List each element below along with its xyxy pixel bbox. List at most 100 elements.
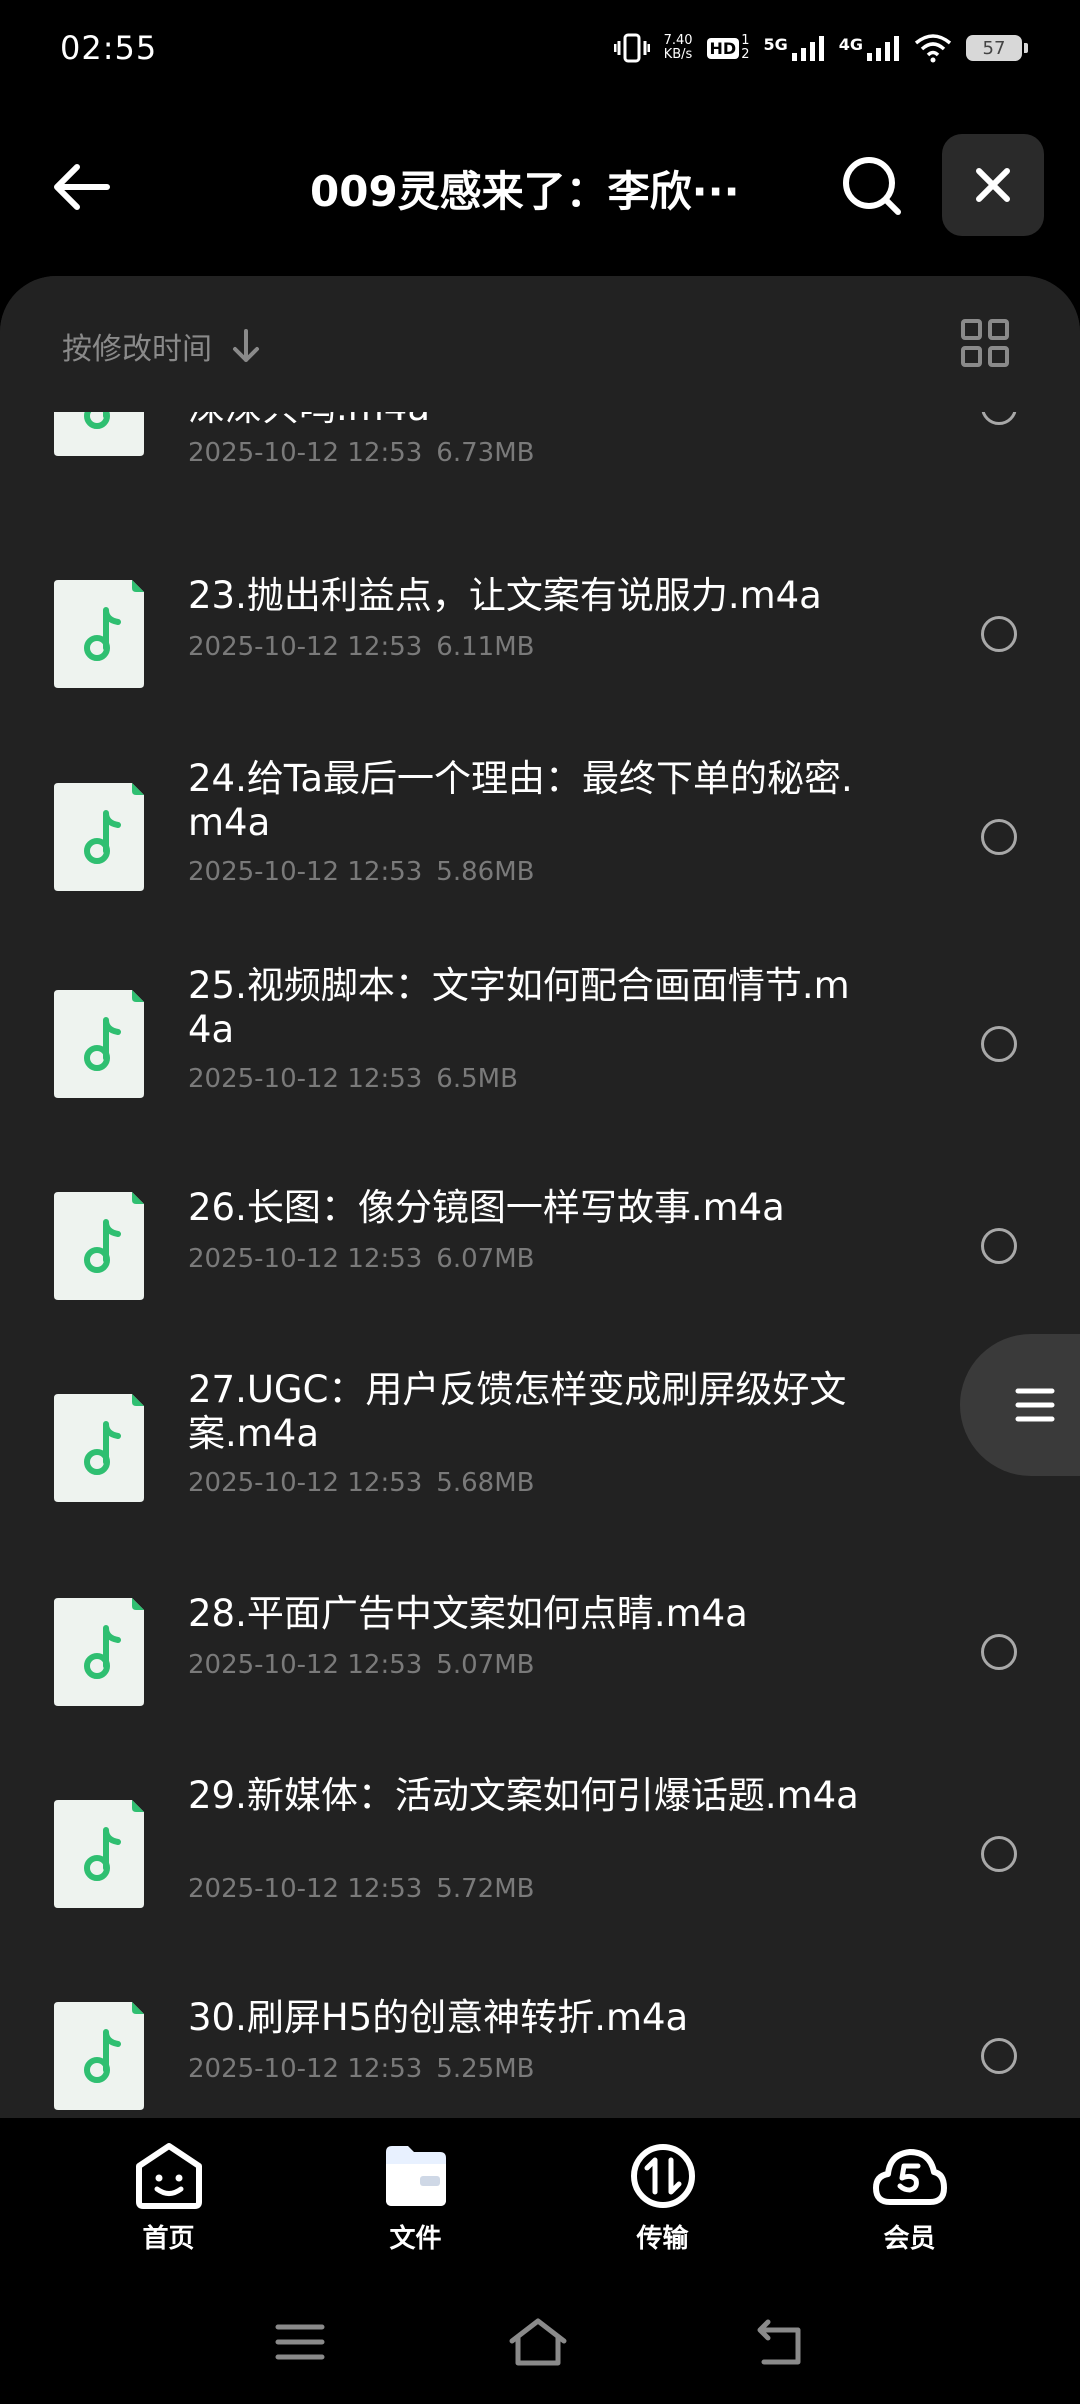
hd-label: HD — [706, 37, 740, 59]
select-radio[interactable] — [981, 1634, 1017, 1670]
nav-label: 文件 — [389, 2224, 442, 2254]
sort-toggle[interactable]: 按修改时间 — [62, 324, 262, 368]
audio-file-icon — [54, 1394, 144, 1502]
sim1-label: 5G — [763, 35, 788, 54]
home-icon — [509, 2318, 567, 2366]
sim2-label: 4G — [838, 35, 863, 54]
nav-label: 会员 — [883, 2224, 936, 2254]
sim-slot-numbers: 12 — [741, 33, 750, 62]
nav-label: 首页 — [142, 2224, 195, 2254]
file-date: 2025-10-12 12:53 — [188, 1244, 423, 1274]
file-meta: 2025-10-12 12:53 5.68MB — [188, 1468, 534, 1498]
grid-view-icon[interactable] — [960, 318, 1010, 368]
system-nav-bar — [0, 2300, 1080, 2380]
file-date: 2025-10-12 12:53 — [188, 1468, 423, 1498]
close-icon — [976, 168, 1010, 202]
file-date: 2025-10-12 12:53 — [188, 1874, 423, 1904]
file-date: 2025-10-12 12:53 — [188, 1650, 423, 1680]
file-size: 6.11MB — [436, 632, 535, 662]
nav-home[interactable]: 首页 — [45, 2118, 292, 2258]
menu-lines-icon — [1015, 1388, 1055, 1422]
sim1-signal: 5G — [763, 35, 824, 61]
back-nav-button[interactable] — [750, 2312, 810, 2372]
vip-cloud-icon — [872, 2149, 947, 2205]
sim2-signal: 4G — [839, 35, 900, 61]
network-speed: 7.40 KB/s — [664, 34, 693, 62]
file-panel: 深深共鸣.m4a 2025-10-12 12:536.73MB 23.抛出利益点… — [0, 276, 1080, 2118]
file-meta: 2025-10-12 12:53 6.73MB — [188, 438, 534, 468]
transfer-icon — [630, 2144, 695, 2208]
select-radio[interactable] — [981, 1836, 1017, 1872]
file-name: 30.刷屏H5的创意神转折.m4a — [188, 1996, 689, 2039]
file-date: 2025-10-12 12:53 — [188, 438, 423, 468]
status-time: 02:55 — [60, 29, 158, 67]
file-name: 28.平面广告中文案如何点睛.m4a — [188, 1592, 748, 1635]
file-size: 6.07MB — [436, 1244, 535, 1274]
file-size: 6.5MB — [436, 1064, 518, 1094]
network-speed-unit: KB/s — [663, 47, 693, 62]
recent-apps-button[interactable] — [270, 2312, 330, 2372]
audio-file-icon — [54, 2002, 144, 2110]
signal-bars-icon — [867, 36, 899, 61]
status-bar: 02:55 7.40 KB/s HD 12 5G 4G 57 — [0, 0, 1080, 96]
battery-indicator: 57 — [966, 35, 1028, 61]
file-size: 5.72MB — [436, 1874, 535, 1904]
sort-header: 按修改时间 — [0, 276, 1080, 412]
page-title: 009灵感来了：李欣··· — [310, 167, 740, 216]
audio-file-icon — [54, 990, 144, 1098]
status-icons: 7.40 KB/s HD 12 5G 4G 57 — [613, 33, 1028, 63]
file-name: 24.给Ta最后一个理由：最终下单的秘密.m4a — [188, 757, 853, 844]
file-size: 5.25MB — [436, 2054, 535, 2084]
nav-files[interactable]: 文件 — [292, 2118, 539, 2258]
file-meta: 2025-10-12 12:53 5.25MB — [188, 2054, 534, 2084]
nav-transfer[interactable]: 传输 — [539, 2118, 786, 2258]
file-name: 25.视频脚本：文字如何配合画面情节.m4a — [188, 964, 850, 1051]
file-name: 26.长图：像分镜图一样写故事.m4a — [188, 1186, 785, 1229]
file-size: 6.73MB — [436, 438, 535, 468]
file-size: 5.68MB — [436, 1468, 535, 1498]
search-icon — [843, 157, 901, 215]
file-meta: 2025-10-12 12:53 6.5MB — [188, 1064, 518, 1094]
select-radio[interactable] — [981, 2038, 1017, 2074]
file-name: 27.UGC：用户反馈怎样变成刷屏级好文案.m4a — [188, 1368, 847, 1455]
folder-icon — [385, 2146, 446, 2206]
close-button[interactable] — [942, 134, 1044, 236]
audio-file-icon — [54, 1800, 144, 1908]
file-meta: 2025-10-12 12:53 5.86MB — [188, 857, 534, 887]
home-button[interactable] — [508, 2312, 568, 2372]
file-date: 2025-10-12 12:53 — [188, 2054, 423, 2084]
hd-badge: HD 12 — [706, 33, 750, 62]
signal-bars-icon — [791, 36, 824, 61]
file-date: 2025-10-12 12:53 — [188, 1064, 423, 1094]
audio-file-icon — [54, 1192, 144, 1300]
select-radio[interactable] — [981, 1026, 1017, 1062]
file-name: 23.抛出利益点，让文案有说服力.m4a — [188, 574, 822, 617]
select-radio[interactable] — [981, 1228, 1017, 1264]
file-name: 29.新媒体：活动文案如何引爆话题.m4a — [188, 1774, 859, 1817]
search-button[interactable] — [836, 150, 908, 222]
file-meta: 2025-10-12 12:53 5.72MB — [188, 1874, 534, 1904]
file-size: 5.07MB — [436, 1650, 535, 1680]
network-speed-value: 7.40 — [663, 33, 693, 48]
select-radio[interactable] — [981, 616, 1017, 652]
header: 009灵感来了：李欣··· — [0, 120, 1080, 250]
audio-file-icon — [54, 580, 144, 688]
nav-label: 传输 — [636, 2224, 689, 2254]
home-face-icon — [135, 2143, 202, 2209]
sort-label: 按修改时间 — [62, 332, 212, 367]
select-radio[interactable] — [981, 819, 1017, 855]
vibrate-icon — [613, 33, 650, 63]
back-button[interactable] — [46, 152, 116, 222]
file-meta: 2025-10-12 12:53 6.07MB — [188, 1244, 534, 1274]
file-meta: 2025-10-12 12:53 6.11MB — [188, 632, 534, 662]
file-size: 5.86MB — [436, 857, 535, 887]
bottom-nav: 首页 文件 传输 会员 — [0, 2118, 1080, 2258]
arrow-left-icon — [54, 164, 110, 210]
wifi-icon — [914, 34, 952, 63]
arrow-down-icon — [233, 329, 259, 362]
audio-file-icon — [54, 783, 144, 891]
return-icon — [757, 2319, 801, 2365]
file-meta: 2025-10-12 12:53 5.07MB — [188, 1650, 534, 1680]
nav-vip[interactable]: 会员 — [786, 2118, 1033, 2258]
file-date: 2025-10-12 12:53 — [188, 857, 423, 887]
